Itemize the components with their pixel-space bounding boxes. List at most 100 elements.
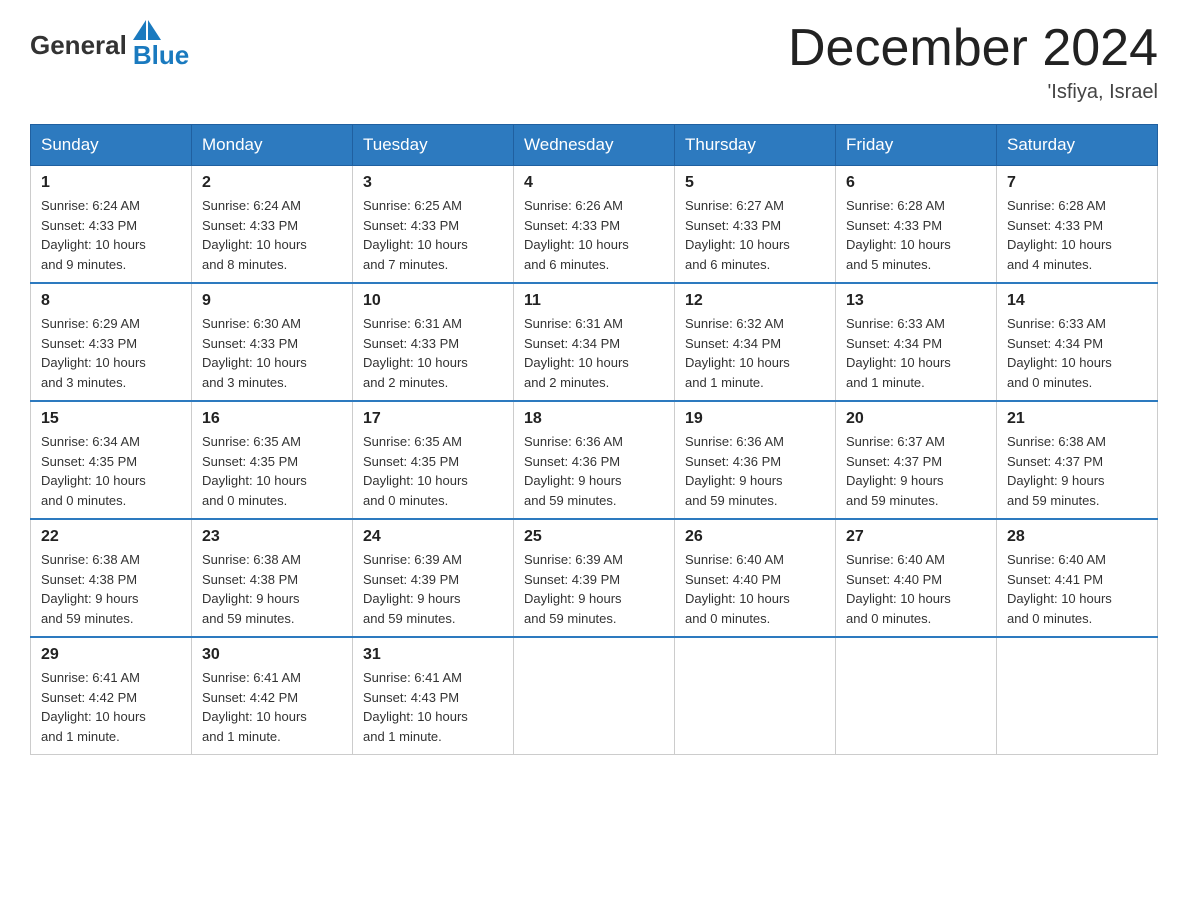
day-number: 31	[363, 646, 503, 664]
calendar-day-cell	[514, 637, 675, 755]
calendar-week-row: 15 Sunrise: 6:34 AMSunset: 4:35 PMDayligh…	[31, 401, 1158, 519]
calendar-header-tuesday: Tuesday	[353, 125, 514, 166]
day-info: Sunrise: 6:38 AMSunset: 4:37 PMDaylight:…	[1007, 432, 1147, 510]
day-info: Sunrise: 6:32 AMSunset: 4:34 PMDaylight:…	[685, 314, 825, 392]
calendar-week-row: 8 Sunrise: 6:29 AMSunset: 4:33 PMDaylight…	[31, 283, 1158, 401]
day-number: 23	[202, 528, 342, 546]
day-number: 18	[524, 410, 664, 428]
day-info: Sunrise: 6:28 AMSunset: 4:33 PMDaylight:…	[846, 196, 986, 274]
calendar-day-cell: 21 Sunrise: 6:38 AMSunset: 4:37 PMDayligh…	[997, 401, 1158, 519]
calendar-week-row: 29Sunrise: 6:41 AMSunset: 4:42 PMDayligh…	[31, 637, 1158, 755]
calendar-header-thursday: Thursday	[675, 125, 836, 166]
calendar-header-saturday: Saturday	[997, 125, 1158, 166]
calendar-day-cell: 12 Sunrise: 6:32 AMSunset: 4:34 PMDayligh…	[675, 283, 836, 401]
day-info: Sunrise: 6:37 AMSunset: 4:37 PMDaylight:…	[846, 432, 986, 510]
day-info: Sunrise: 6:31 AMSunset: 4:34 PMDaylight:…	[524, 314, 664, 392]
day-info: Sunrise: 6:41 AMSunset: 4:43 PMDaylight:…	[363, 668, 503, 746]
day-info: Sunrise: 6:41 AMSunset: 4:42 PMDaylight:…	[202, 668, 342, 746]
day-number: 17	[363, 410, 503, 428]
day-number: 2	[202, 174, 342, 192]
calendar-header-monday: Monday	[192, 125, 353, 166]
location: 'Isfiya, Israel	[788, 81, 1158, 104]
calendar-day-cell: 4 Sunrise: 6:26 AMSunset: 4:33 PMDaylight…	[514, 166, 675, 284]
logo-triangle-icon	[133, 20, 146, 40]
day-info: Sunrise: 6:40 AMSunset: 4:41 PMDaylight:…	[1007, 550, 1147, 628]
calendar-day-cell: 10Sunrise: 6:31 AMSunset: 4:33 PMDayligh…	[353, 283, 514, 401]
month-title: December 2024	[788, 20, 1158, 77]
calendar-day-cell: 1 Sunrise: 6:24 AMSunset: 4:33 PMDaylight…	[31, 166, 192, 284]
calendar-day-cell: 7 Sunrise: 6:28 AMSunset: 4:33 PMDaylight…	[997, 166, 1158, 284]
calendar-day-cell: 8 Sunrise: 6:29 AMSunset: 4:33 PMDaylight…	[31, 283, 192, 401]
day-number: 20	[846, 410, 986, 428]
day-number: 1	[41, 174, 181, 192]
title-section: December 2024 'Isfiya, Israel	[788, 20, 1158, 104]
day-info: Sunrise: 6:34 AMSunset: 4:35 PMDaylight:…	[41, 432, 181, 510]
logo: General Blue	[30, 20, 189, 71]
day-info: Sunrise: 6:28 AMSunset: 4:33 PMDaylight:…	[1007, 196, 1147, 274]
calendar-day-cell: 20 Sunrise: 6:37 AMSunset: 4:37 PMDayligh…	[836, 401, 997, 519]
day-number: 8	[41, 292, 181, 310]
page-header: General Blue December 2024 'Isfiya, Isra…	[30, 20, 1158, 104]
calendar-day-cell: 22Sunrise: 6:38 AMSunset: 4:38 PMDayligh…	[31, 519, 192, 637]
day-info: Sunrise: 6:24 AMSunset: 4:33 PMDaylight:…	[41, 196, 181, 274]
calendar-day-cell: 24Sunrise: 6:39 AMSunset: 4:39 PMDayligh…	[353, 519, 514, 637]
day-info: Sunrise: 6:33 AMSunset: 4:34 PMDaylight:…	[1007, 314, 1147, 392]
day-number: 28	[1007, 528, 1147, 546]
calendar-day-cell: 6Sunrise: 6:28 AMSunset: 4:33 PMDaylight…	[836, 166, 997, 284]
day-number: 7	[1007, 174, 1147, 192]
day-number: 15	[41, 410, 181, 428]
day-info: Sunrise: 6:31 AMSunset: 4:33 PMDaylight:…	[363, 314, 503, 392]
day-number: 13	[846, 292, 986, 310]
day-info: Sunrise: 6:26 AMSunset: 4:33 PMDaylight:…	[524, 196, 664, 274]
calendar-day-cell: 11 Sunrise: 6:31 AMSunset: 4:34 PMDayligh…	[514, 283, 675, 401]
day-number: 12	[685, 292, 825, 310]
day-number: 21	[1007, 410, 1147, 428]
day-number: 4	[524, 174, 664, 192]
day-info: Sunrise: 6:36 AMSunset: 4:36 PMDaylight:…	[685, 432, 825, 510]
day-info: Sunrise: 6:27 AMSunset: 4:33 PMDaylight:…	[685, 196, 825, 274]
calendar-day-cell: 19 Sunrise: 6:36 AMSunset: 4:36 PMDayligh…	[675, 401, 836, 519]
day-info: Sunrise: 6:39 AMSunset: 4:39 PMDaylight:…	[524, 550, 664, 628]
day-info: Sunrise: 6:24 AMSunset: 4:33 PMDaylight:…	[202, 196, 342, 274]
calendar-day-cell: 16Sunrise: 6:35 AMSunset: 4:35 PMDayligh…	[192, 401, 353, 519]
day-number: 14	[1007, 292, 1147, 310]
day-info: Sunrise: 6:40 AMSunset: 4:40 PMDaylight:…	[846, 550, 986, 628]
calendar-day-cell: 31 Sunrise: 6:41 AMSunset: 4:43 PMDayligh…	[353, 637, 514, 755]
calendar-day-cell: 2 Sunrise: 6:24 AMSunset: 4:33 PMDaylight…	[192, 166, 353, 284]
calendar-day-cell: 23 Sunrise: 6:38 AMSunset: 4:38 PMDayligh…	[192, 519, 353, 637]
day-info: Sunrise: 6:30 AMSunset: 4:33 PMDaylight:…	[202, 314, 342, 392]
calendar-day-cell	[836, 637, 997, 755]
day-number: 26	[685, 528, 825, 546]
calendar-day-cell	[997, 637, 1158, 755]
calendar-header-row: SundayMondayTuesdayWednesdayThursdayFrid…	[31, 125, 1158, 166]
calendar-day-cell: 18Sunrise: 6:36 AMSunset: 4:36 PMDayligh…	[514, 401, 675, 519]
day-number: 11	[524, 292, 664, 310]
calendar-day-cell: 17Sunrise: 6:35 AMSunset: 4:35 PMDayligh…	[353, 401, 514, 519]
day-number: 9	[202, 292, 342, 310]
calendar-day-cell: 5 Sunrise: 6:27 AMSunset: 4:33 PMDaylight…	[675, 166, 836, 284]
calendar-week-row: 1 Sunrise: 6:24 AMSunset: 4:33 PMDaylight…	[31, 166, 1158, 284]
day-info: Sunrise: 6:40 AMSunset: 4:40 PMDaylight:…	[685, 550, 825, 628]
day-number: 30	[202, 646, 342, 664]
calendar-day-cell: 25 Sunrise: 6:39 AMSunset: 4:39 PMDayligh…	[514, 519, 675, 637]
day-number: 3	[363, 174, 503, 192]
calendar-table: SundayMondayTuesdayWednesdayThursdayFrid…	[30, 124, 1158, 755]
day-number: 24	[363, 528, 503, 546]
logo-triangle2-icon	[148, 20, 161, 40]
day-info: Sunrise: 6:41 AMSunset: 4:42 PMDaylight:…	[41, 668, 181, 746]
day-number: 25	[524, 528, 664, 546]
calendar-day-cell: 13Sunrise: 6:33 AMSunset: 4:34 PMDayligh…	[836, 283, 997, 401]
calendar-week-row: 22Sunrise: 6:38 AMSunset: 4:38 PMDayligh…	[31, 519, 1158, 637]
calendar-day-cell: 26 Sunrise: 6:40 AMSunset: 4:40 PMDayligh…	[675, 519, 836, 637]
day-number: 5	[685, 174, 825, 192]
logo-text-blue: Blue	[133, 40, 189, 71]
day-number: 19	[685, 410, 825, 428]
day-info: Sunrise: 6:38 AMSunset: 4:38 PMDaylight:…	[202, 550, 342, 628]
day-info: Sunrise: 6:29 AMSunset: 4:33 PMDaylight:…	[41, 314, 181, 392]
day-number: 27	[846, 528, 986, 546]
calendar-day-cell: 14 Sunrise: 6:33 AMSunset: 4:34 PMDayligh…	[997, 283, 1158, 401]
calendar-day-cell: 30 Sunrise: 6:41 AMSunset: 4:42 PMDayligh…	[192, 637, 353, 755]
day-number: 16	[202, 410, 342, 428]
calendar-day-cell: 28 Sunrise: 6:40 AMSunset: 4:41 PMDayligh…	[997, 519, 1158, 637]
calendar-day-cell	[675, 637, 836, 755]
